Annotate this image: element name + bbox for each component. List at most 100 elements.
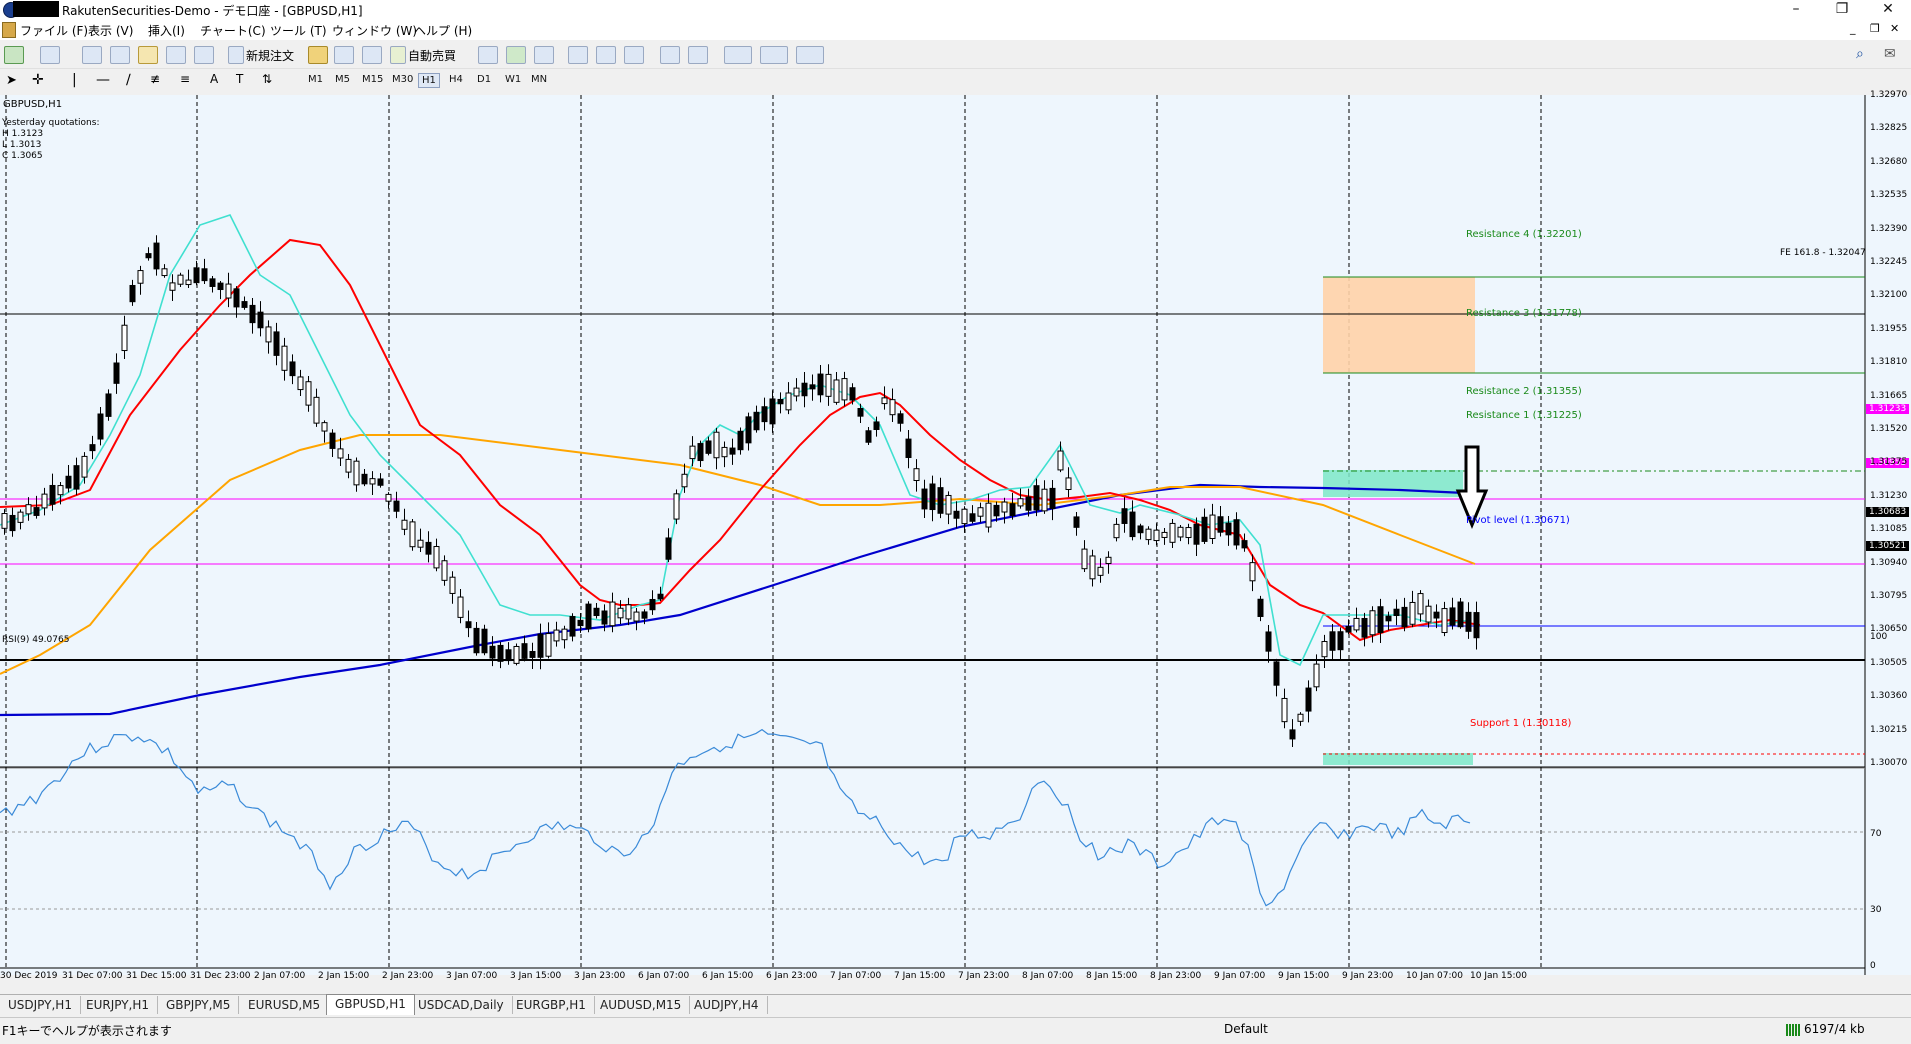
candle-body: [137, 270, 144, 284]
bar-chart-icon[interactable]: [478, 46, 498, 64]
tab-audjpy-h4[interactable]: AUDJPY,H4: [686, 996, 768, 1014]
menu-tools[interactable]: ツール (T): [270, 22, 327, 39]
chart-window[interactable]: GBPUSD,H1 Yesterday quotations: H 1.3123…: [0, 90, 1911, 981]
price-tick-label: 1.32970: [1870, 90, 1908, 100]
tab-gbpjpy-m5[interactable]: GBPJPY,M5: [158, 996, 240, 1014]
terminal-icon[interactable]: [166, 46, 186, 64]
candle-body: [1361, 617, 1368, 638]
crosshair-icon[interactable]: ✛: [32, 72, 44, 88]
tab-eurjpy-h1[interactable]: EURJPY,H1: [78, 996, 159, 1014]
signals-icon[interactable]: [362, 46, 382, 64]
timeframe-h1[interactable]: H1: [418, 73, 440, 88]
price-tick-label: 1.32100: [1870, 290, 1908, 301]
candle-body: [993, 504, 1000, 517]
vertical-line-icon[interactable]: |: [72, 72, 77, 88]
resistance-2-label: Resistance 2 (1.31355): [1466, 386, 1582, 397]
timeframe-h4[interactable]: H4: [446, 73, 466, 86]
market-watch-icon[interactable]: [82, 46, 102, 64]
menu-view[interactable]: 表示 (V): [88, 22, 133, 39]
trendline-icon[interactable]: ∕: [126, 72, 131, 88]
profiles-icon[interactable]: [40, 46, 60, 64]
menu-insert[interactable]: 挿入(I): [148, 22, 185, 39]
menu-help[interactable]: ヘルプ (H): [414, 22, 472, 39]
new-order-icon[interactable]: [228, 46, 244, 64]
timeframe-m5[interactable]: M5: [332, 73, 353, 86]
new-chart-icon[interactable]: [4, 46, 24, 64]
tab-usdcad-daily[interactable]: USDCAD,Daily: [410, 996, 513, 1014]
chart-shift-icon[interactable]: [688, 46, 708, 64]
candle-body: [153, 242, 160, 270]
timeframe-w1[interactable]: W1: [502, 73, 524, 86]
time-label: 31 Dec 15:00: [126, 971, 187, 981]
auto-scroll-icon[interactable]: [660, 46, 680, 64]
text-label-icon[interactable]: T: [236, 72, 243, 86]
candle-body: [889, 399, 896, 416]
channel-icon[interactable]: ≢: [150, 72, 160, 86]
menu-window[interactable]: ウィンドウ (W): [332, 22, 417, 39]
candle-body: [201, 268, 208, 282]
mdi-close-button[interactable]: ✕: [1890, 22, 1899, 35]
candle-body: [1385, 615, 1392, 622]
tile-windows-icon[interactable]: [624, 46, 644, 64]
new-order-button[interactable]: 新規注文: [246, 47, 294, 64]
templates-icon[interactable]: [796, 46, 824, 64]
zoom-out-icon[interactable]: [596, 46, 616, 64]
price-chart[interactable]: [0, 95, 1911, 975]
search-icon[interactable]: ⌕: [1856, 46, 1864, 62]
auto-trading-icon[interactable]: [390, 46, 406, 64]
close-button[interactable]: ✕: [1865, 0, 1911, 20]
chart-window-icon[interactable]: [2, 22, 16, 38]
tab-eurusd-m5[interactable]: EURUSD,M5: [240, 996, 330, 1014]
tab-eurgbp-h1[interactable]: EURGBP,H1: [508, 996, 595, 1014]
price-tick-label: 1.30940: [1870, 557, 1908, 568]
auto-trading-button[interactable]: 自動売買: [408, 47, 456, 64]
time-label: 8 Jan 23:00: [1150, 971, 1202, 981]
timeframe-m30[interactable]: M30: [389, 73, 416, 86]
candlesticks-icon[interactable]: [506, 46, 526, 64]
text-icon[interactable]: A: [210, 72, 218, 86]
time-label: 31 Dec 23:00: [190, 971, 251, 981]
menu-file[interactable]: ファイル (F): [20, 22, 88, 39]
zoom-in-icon[interactable]: [568, 46, 588, 64]
chat-icon[interactable]: ✉: [1884, 46, 1896, 62]
timeframe-d1[interactable]: D1: [474, 73, 494, 86]
menu-chart[interactable]: チャート(C): [200, 22, 266, 39]
mdi-restore-button[interactable]: ❐: [1870, 22, 1880, 35]
mdi-minimize-button[interactable]: _: [1850, 22, 1856, 35]
line-chart-icon[interactable]: [534, 46, 554, 64]
tab-audusd-m15[interactable]: AUDUSD,M15: [592, 996, 691, 1014]
metaeditor-icon[interactable]: [308, 46, 328, 64]
candle-body: [961, 508, 968, 525]
candle-body: [593, 607, 600, 617]
price-tick-label: 1.31810: [1870, 357, 1908, 368]
candle-body: [313, 396, 320, 424]
community-icon[interactable]: [334, 46, 354, 64]
horizontal-line-icon[interactable]: —: [96, 72, 110, 88]
favorites-icon[interactable]: [138, 46, 158, 64]
periods-icon[interactable]: [760, 46, 788, 64]
candle-body: [1193, 523, 1200, 545]
candle-body: [721, 446, 728, 458]
timeframe-m15[interactable]: M15: [359, 73, 386, 86]
indicators-icon[interactable]: [724, 46, 752, 64]
navigator-icon[interactable]: [110, 46, 130, 64]
price-tick-label: 1.30505: [1870, 657, 1908, 668]
candle-body: [553, 629, 560, 642]
candle-body: [641, 611, 648, 619]
arrows-icon[interactable]: ⇅: [262, 72, 272, 86]
candle-body: [1257, 598, 1264, 617]
candle-body: [89, 444, 96, 452]
timeframe-mn[interactable]: MN: [528, 73, 550, 86]
tab-usdjpy-h1[interactable]: USDJPY,H1: [0, 996, 81, 1014]
timeframe-m1[interactable]: M1: [305, 73, 326, 86]
tab-gbpusd-h1[interactable]: GBPUSD,H1: [326, 994, 415, 1015]
info-low: L 1.3013: [2, 140, 42, 150]
rsi-label: RSI(9) 49.0765: [2, 635, 70, 645]
maximize-button[interactable]: ❐: [1819, 0, 1865, 20]
cursor-icon[interactable]: ➤: [6, 73, 17, 88]
strategy-tester-icon[interactable]: [194, 46, 214, 64]
candle-body: [1313, 663, 1320, 688]
time-axis: 30 Dec 2019 31 Dec 07:00 31 Dec 15:00 31 De…: [0, 971, 1865, 985]
minimize-button[interactable]: –: [1773, 0, 1819, 20]
fibonacci-icon[interactable]: ≡: [180, 72, 190, 86]
